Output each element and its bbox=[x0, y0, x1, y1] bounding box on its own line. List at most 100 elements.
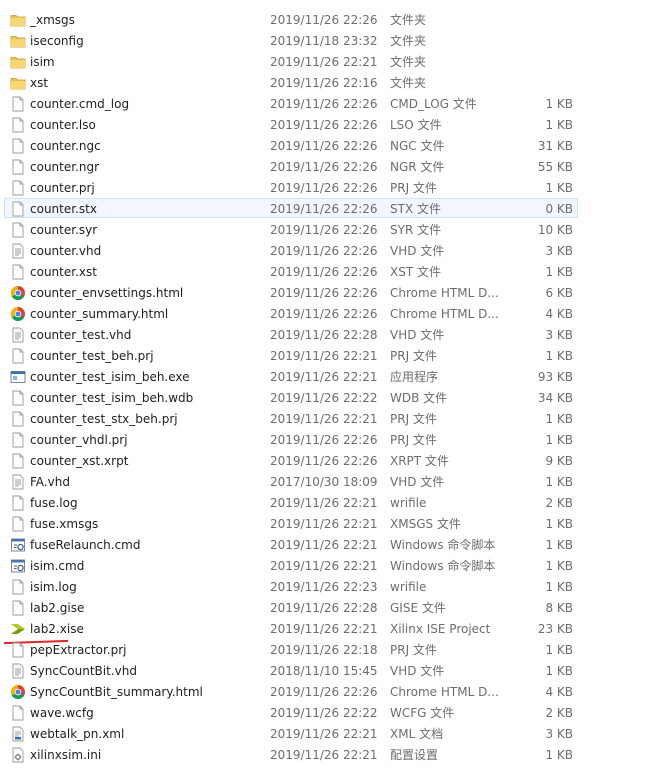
file-date-modified: 2019/11/26 22:21 bbox=[270, 496, 378, 510]
file-row-counter-lso[interactable]: counter.lso 2019/11/26 22:26 LSO 文件 1 KB bbox=[4, 114, 578, 134]
file-row-iseconfig[interactable]: iseconfig 2019/11/18 23:32 文件夹 bbox=[4, 30, 578, 50]
file-date-modified: 2019/11/26 22:28 bbox=[270, 601, 378, 615]
file-row-fa-vhd[interactable]: FA.vhd 2017/10/30 18:09 VHD 文件 1 KB bbox=[4, 471, 578, 491]
file-icon bbox=[10, 705, 26, 721]
file-date-modified: 2019/11/26 22:26 bbox=[270, 286, 378, 300]
file-date-modified: 2019/11/26 22:26 bbox=[270, 265, 378, 279]
file-row-counter-envsettings-html[interactable]: counter_envsettings.html 2019/11/26 22:26… bbox=[4, 282, 578, 302]
file-row-fuserelaunch-cmd[interactable]: fuseRelaunch.cmd 2019/11/26 22:21 Windows … bbox=[4, 534, 578, 554]
file-row-xilinxsim-ini[interactable]: xilinxsim.ini 2019/11/26 22:21 配置设置 1 KB bbox=[4, 744, 578, 764]
folder-icon bbox=[10, 33, 26, 49]
folder-icon bbox=[10, 75, 26, 91]
file-size: 1 KB bbox=[545, 118, 573, 132]
file-date-modified: 2019/11/26 22:18 bbox=[270, 643, 378, 657]
file-type: wrifile bbox=[390, 580, 427, 594]
file-row-fuse-log[interactable]: fuse.log 2019/11/26 22:21 wrifile 2 KB bbox=[4, 492, 578, 512]
file-row-isim[interactable]: isim 2019/11/26 22:21 文件夹 bbox=[4, 51, 578, 71]
file-icon bbox=[10, 516, 26, 532]
file-date-modified: 2019/11/26 22:26 bbox=[270, 433, 378, 447]
file-date-modified: 2019/11/18 23:32 bbox=[270, 34, 378, 48]
file-name: counter_summary.html bbox=[30, 307, 169, 321]
file-row-lab2-gise[interactable]: lab2.gise 2019/11/26 22:28 GISE 文件 8 KB bbox=[4, 597, 578, 617]
file-row-counter-summary-html[interactable]: counter_summary.html 2019/11/26 22:26 Chro… bbox=[4, 303, 578, 323]
file-name: counter_envsettings.html bbox=[30, 286, 184, 300]
exe-icon bbox=[10, 369, 26, 385]
file-type: Chrome HTML D... bbox=[390, 286, 499, 300]
file-name: fuse.xmsgs bbox=[30, 517, 99, 531]
file-date-modified: 2019/11/26 22:26 bbox=[270, 181, 378, 195]
file-date-modified: 2019/11/26 22:21 bbox=[270, 622, 378, 636]
file-icon bbox=[10, 117, 26, 133]
file-row-lab2-xise[interactable]: lab2.xise 2019/11/26 22:21 Xilinx ISE Proj… bbox=[4, 618, 578, 638]
file-size: 1 KB bbox=[545, 265, 573, 279]
file-row-counter-test-isim-beh-exe[interactable]: counter_test_isim_beh.exe 2019/11/26 22:2… bbox=[4, 366, 578, 386]
file-type: Chrome HTML D... bbox=[390, 307, 499, 321]
file-row-counter-cmd-log[interactable]: counter.cmd_log 2019/11/26 22:26 CMD_LOG 文… bbox=[4, 93, 578, 113]
file-row-isim-cmd[interactable]: isim.cmd 2019/11/26 22:21 Windows 命令脚本 1 KB bbox=[4, 555, 578, 575]
file-size: 2 KB bbox=[545, 496, 573, 510]
file-size: 34 KB bbox=[537, 391, 573, 405]
file-name: counter.xst bbox=[30, 265, 97, 279]
text-file-icon bbox=[10, 474, 26, 490]
file-row-xmsgs[interactable]: _xmsgs 2019/11/26 22:26 文件夹 bbox=[4, 9, 578, 29]
file-row-counter-test-stx-beh-prj[interactable]: counter_test_stx_beh.prj 2019/11/26 22:21… bbox=[4, 408, 578, 428]
xilinx-ise-icon bbox=[10, 621, 26, 637]
file-size: 1 KB bbox=[545, 559, 573, 573]
file-name: isim bbox=[30, 55, 55, 69]
file-icon bbox=[10, 453, 26, 469]
file-row-counter-ngr[interactable]: counter.ngr 2019/11/26 22:26 NGR 文件 55 KB bbox=[4, 156, 578, 176]
file-row-synccountbit-summary-html[interactable]: SyncCountBit_summary.html 2019/11/26 22:2… bbox=[4, 681, 578, 701]
file-type: Windows 命令脚本 bbox=[390, 538, 496, 552]
file-size: 3 KB bbox=[545, 727, 573, 741]
file-size: 55 KB bbox=[537, 160, 573, 174]
file-date-modified: 2019/11/26 22:26 bbox=[270, 223, 378, 237]
file-row-counter-xst[interactable]: counter.xst 2019/11/26 22:26 XST 文件 1 KB bbox=[4, 261, 578, 281]
file-type: Xilinx ISE Project bbox=[390, 622, 491, 636]
file-type: PRJ 文件 bbox=[390, 433, 437, 447]
file-row-counter-prj[interactable]: counter.prj 2019/11/26 22:26 PRJ 文件 1 KB bbox=[4, 177, 578, 197]
file-type: 文件夹 bbox=[390, 76, 427, 90]
file-name: xst bbox=[30, 76, 49, 90]
file-row-counter-syr[interactable]: counter.syr 2019/11/26 22:26 SYR 文件 10 KB bbox=[4, 219, 578, 239]
file-date-modified: 2019/11/26 22:26 bbox=[270, 454, 378, 468]
file-row-isim-log[interactable]: isim.log 2019/11/26 22:23 wrifile 1 KB bbox=[4, 576, 578, 596]
file-row-counter-test-vhd[interactable]: counter_test.vhd 2019/11/26 22:28 VHD 文件 3 … bbox=[4, 324, 578, 344]
file-size: 4 KB bbox=[545, 685, 573, 699]
file-row-wave-wcfg[interactable]: wave.wcfg 2019/11/26 22:22 WCFG 文件 2 KB bbox=[4, 702, 578, 722]
file-date-modified: 2019/11/26 22:28 bbox=[270, 328, 378, 342]
file-row-webtalk-pn-xml[interactable]: webtalk_pn.xml 2019/11/26 22:21 XML 文档 3 KB bbox=[4, 723, 578, 743]
file-type: STX 文件 bbox=[390, 202, 441, 216]
file-row-xst[interactable]: xst 2019/11/26 22:16 文件夹 bbox=[4, 72, 578, 92]
file-row-counter-vhdl-prj[interactable]: counter_vhdl.prj 2019/11/26 22:26 PRJ 文件 1 … bbox=[4, 429, 578, 449]
file-name: counter_test.vhd bbox=[30, 328, 132, 342]
file-type: Chrome HTML D... bbox=[390, 685, 499, 699]
file-name: FA.vhd bbox=[30, 475, 70, 489]
file-row-counter-stx[interactable]: counter.stx 2019/11/26 22:26 STX 文件 0 KB bbox=[4, 198, 578, 218]
file-row-pepextractor-prj[interactable]: pepExtractor.prj 2019/11/26 22:18 PRJ 文件 1 … bbox=[4, 639, 578, 659]
file-row-counter-ngc[interactable]: counter.ngc 2019/11/26 22:26 NGC 文件 31 KB bbox=[4, 135, 578, 155]
cmd-script-icon bbox=[10, 558, 26, 574]
file-size: 1 KB bbox=[545, 412, 573, 426]
file-size: 1 KB bbox=[545, 643, 573, 657]
file-row-counter-xst-xrpt[interactable]: counter_xst.xrpt 2019/11/26 22:26 XRPT 文件 9… bbox=[4, 450, 578, 470]
file-type: LSO 文件 bbox=[390, 118, 442, 132]
file-row-counter-test-isim-beh-wdb[interactable]: counter_test_isim_beh.wdb 2019/11/26 22:2… bbox=[4, 387, 578, 407]
file-name: SyncCountBit.vhd bbox=[30, 664, 137, 678]
file-type: CMD_LOG 文件 bbox=[390, 97, 477, 111]
file-type: XML 文档 bbox=[390, 727, 444, 741]
file-row-counter-test-beh-prj[interactable]: counter_test_beh.prj 2019/11/26 22:21 PRJ … bbox=[4, 345, 578, 365]
file-row-synccountbit-vhd[interactable]: SyncCountBit.vhd 2018/11/10 15:45 VHD 文件 1 … bbox=[4, 660, 578, 680]
file-row-fuse-xmsgs[interactable]: fuse.xmsgs 2019/11/26 22:21 XMSGS 文件 1 KB bbox=[4, 513, 578, 533]
file-type: XRPT 文件 bbox=[390, 454, 449, 468]
file-date-modified: 2019/11/26 22:23 bbox=[270, 580, 378, 594]
file-name: counter.stx bbox=[30, 202, 97, 216]
file-date-modified: 2019/11/26 22:21 bbox=[270, 727, 378, 741]
file-row-counter-vhd[interactable]: counter.vhd 2019/11/26 22:26 VHD 文件 3 KB bbox=[4, 240, 578, 260]
file-size: 2 KB bbox=[545, 706, 573, 720]
file-type: PRJ 文件 bbox=[390, 643, 437, 657]
file-size: 1 KB bbox=[545, 538, 573, 552]
file-name: counter_xst.xrpt bbox=[30, 454, 129, 468]
file-type: GISE 文件 bbox=[390, 601, 446, 615]
file-date-modified: 2019/11/26 22:26 bbox=[270, 118, 378, 132]
file-name: pepExtractor.prj bbox=[30, 643, 127, 657]
